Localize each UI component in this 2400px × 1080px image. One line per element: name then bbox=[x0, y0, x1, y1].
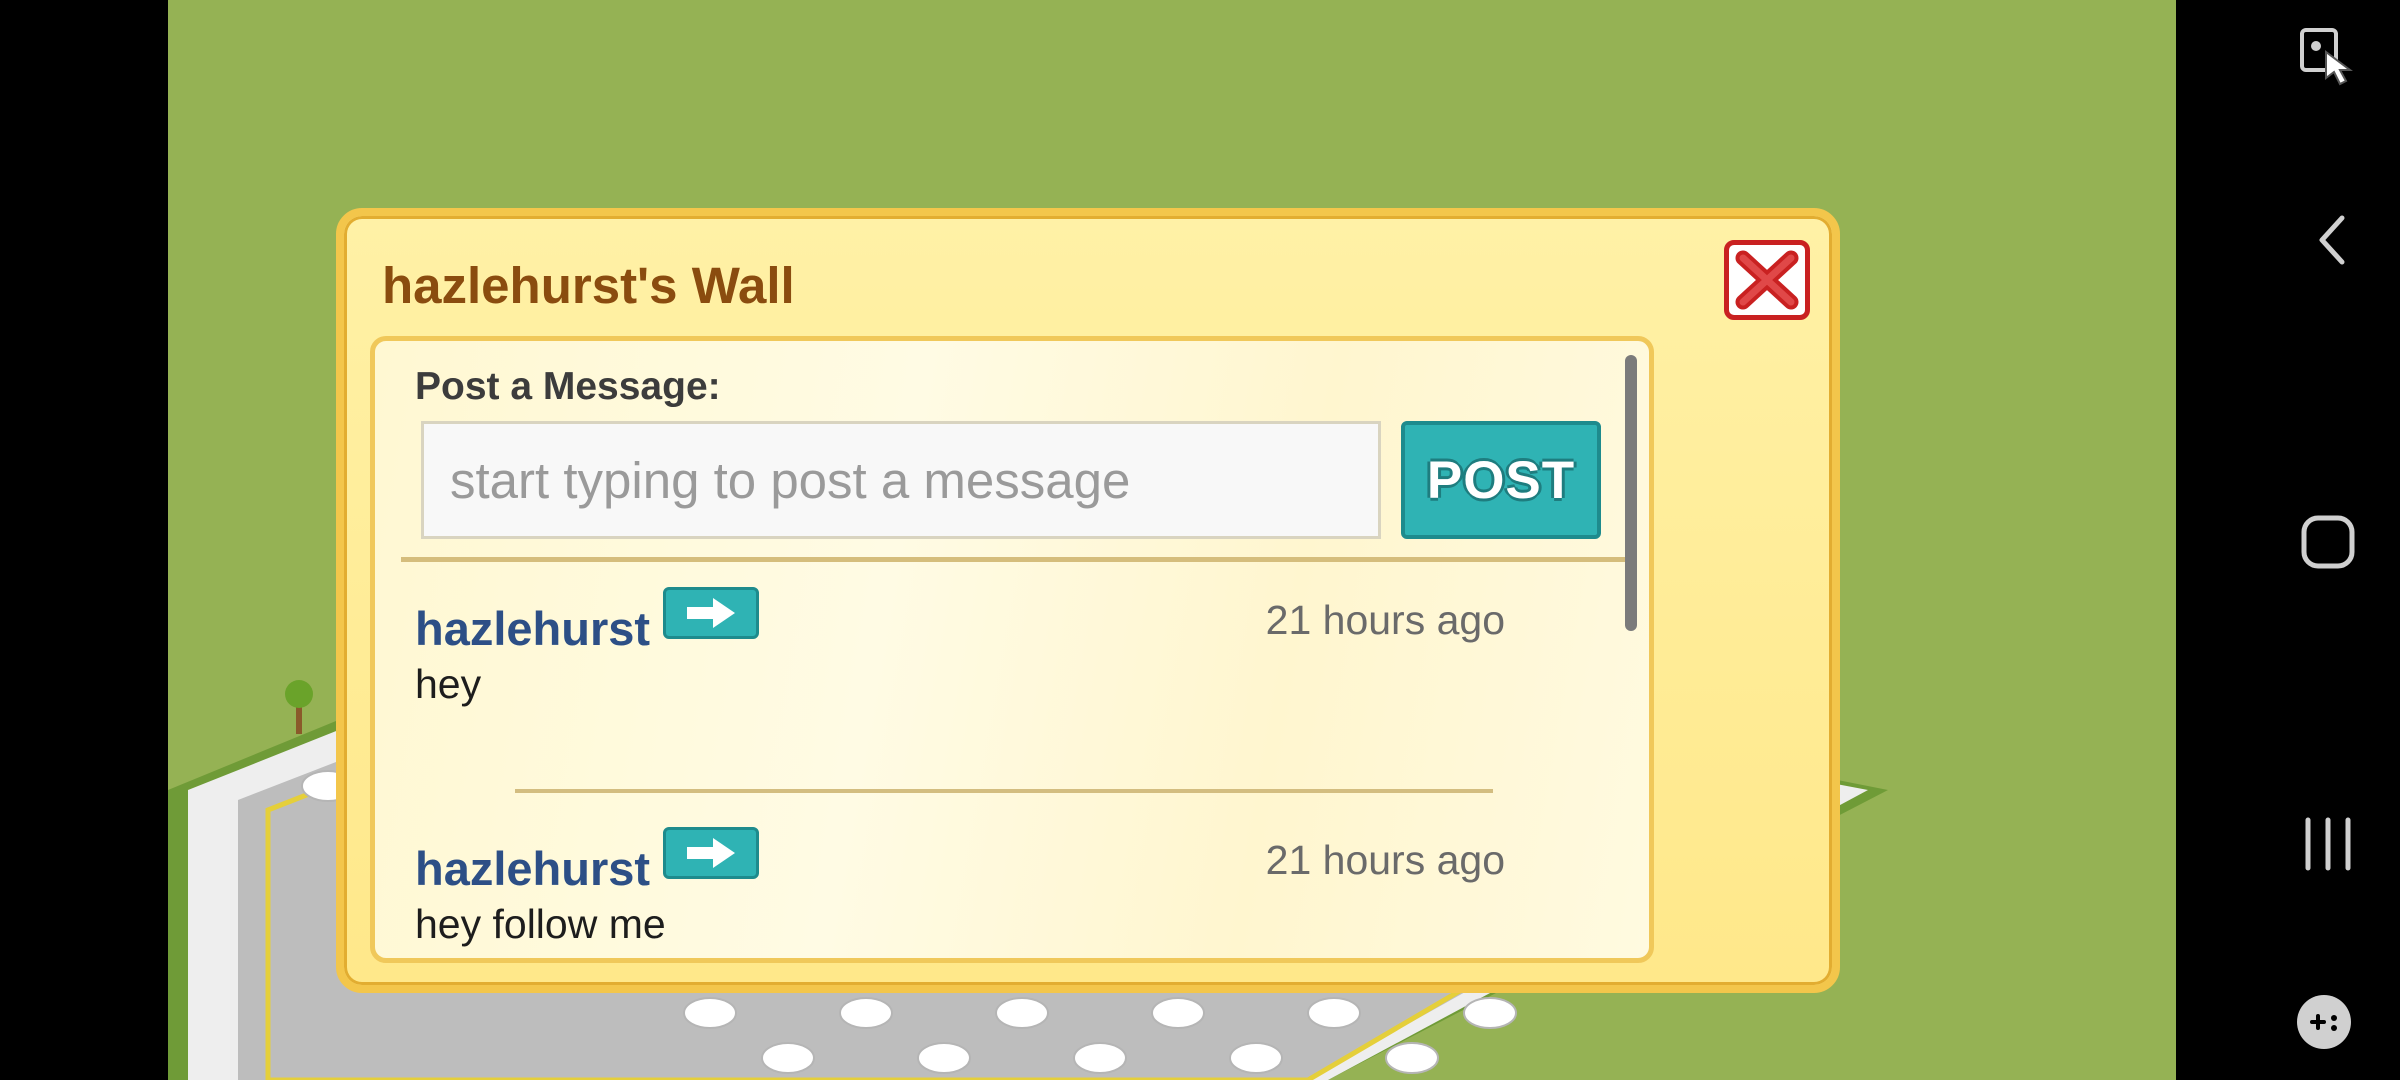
wall-message: hazlehurst 21 hours ago hey follow me bbox=[415, 827, 1565, 958]
post-message-label: Post a Message: bbox=[415, 365, 721, 408]
message-author-link[interactable]: hazlehurst bbox=[415, 841, 650, 896]
post-message-input[interactable] bbox=[421, 421, 1381, 539]
post-button[interactable]: POST bbox=[1401, 421, 1601, 539]
scrollbar-thumb[interactable] bbox=[1625, 355, 1637, 631]
message-author-link[interactable]: hazlehurst bbox=[415, 601, 650, 656]
recents-icon bbox=[2305, 817, 2351, 871]
visit-profile-button[interactable] bbox=[663, 587, 759, 639]
back-button[interactable] bbox=[2302, 210, 2362, 270]
dialog-title: hazlehurst's Wall bbox=[382, 257, 795, 314]
home-icon bbox=[2301, 515, 2355, 569]
home-button[interactable] bbox=[2296, 510, 2360, 574]
message-text: hey bbox=[415, 661, 482, 707]
screen-assist-button[interactable] bbox=[2296, 26, 2356, 88]
close-button[interactable] bbox=[1724, 240, 1810, 320]
visit-profile-button[interactable] bbox=[663, 827, 759, 879]
back-icon bbox=[2319, 215, 2345, 265]
game-launcher-icon bbox=[2297, 995, 2351, 1049]
wall-message: hazlehurst 21 hours ago hey bbox=[415, 587, 1565, 747]
arrow-right-icon bbox=[687, 598, 735, 628]
recents-button[interactable] bbox=[2296, 812, 2360, 876]
message-text: hey follow me bbox=[415, 901, 666, 947]
android-nav-bar bbox=[2176, 0, 2400, 1080]
screen-assist-icon bbox=[2300, 28, 2353, 86]
message-timestamp: 21 hours ago bbox=[1265, 597, 1505, 643]
game-launcher-button[interactable] bbox=[2292, 990, 2356, 1054]
arrow-right-icon bbox=[687, 838, 735, 868]
message-divider bbox=[515, 789, 1493, 793]
wall-dialog: hazlehurst's Wall Post a Message: POST h… bbox=[336, 208, 1840, 993]
message-timestamp: 21 hours ago bbox=[1265, 837, 1505, 883]
divider bbox=[401, 557, 1629, 562]
close-x-icon bbox=[1735, 250, 1799, 310]
wall-panel[interactable]: Post a Message: POST hazlehurst 21 hours… bbox=[370, 336, 1654, 963]
